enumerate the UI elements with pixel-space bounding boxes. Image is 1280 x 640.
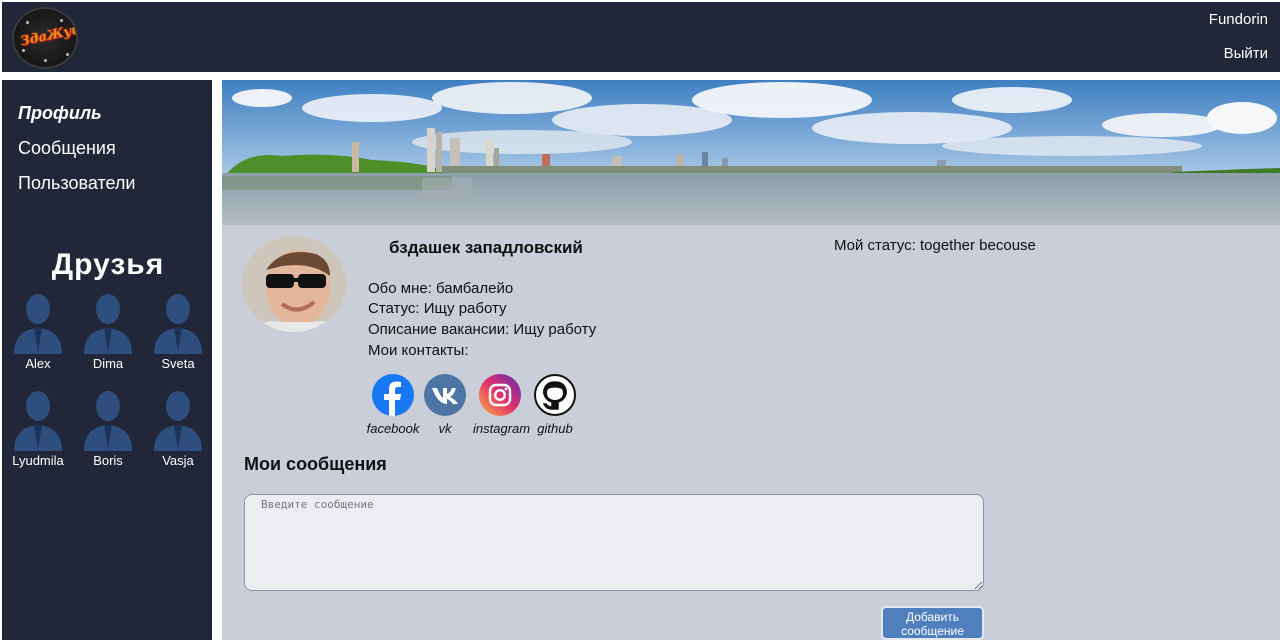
- login-name[interactable]: Fundorin: [1209, 11, 1268, 28]
- contacts-label: Мои контакты:: [368, 342, 469, 359]
- friend-name: Lyudmila: [12, 453, 64, 468]
- friend-item[interactable]: Dima: [78, 292, 138, 371]
- friend-item[interactable]: Alex: [8, 292, 68, 371]
- about-me: Обо мне: бамбалейо: [368, 280, 514, 297]
- github-icon: [534, 374, 576, 416]
- contact-label: vk: [438, 421, 452, 436]
- user-avatar-icon: [84, 294, 132, 354]
- friend-name: Alex: [25, 356, 51, 371]
- contact-facebook[interactable]: facebook: [366, 374, 420, 436]
- logo-text: ЗдаЖуй: [19, 22, 78, 50]
- job-status: Статус: Ищу работу: [368, 300, 507, 317]
- contact-label: instagram: [473, 421, 531, 436]
- friend-item[interactable]: Sveta: [148, 292, 208, 371]
- user-avatar-icon: [14, 391, 62, 451]
- friend-name: Vasja: [162, 453, 194, 468]
- friends-title: Друзья: [51, 248, 165, 281]
- logo-decor: [26, 21, 29, 24]
- header: ЗдаЖуй Fundorin Выйти: [0, 0, 1280, 72]
- site-logo[interactable]: ЗдаЖуй: [12, 7, 78, 69]
- nav-item-users[interactable]: Пользователи: [18, 173, 135, 194]
- logo-decor: [60, 19, 63, 22]
- contact-github[interactable]: github: [528, 374, 582, 436]
- user-avatar-icon: [84, 391, 132, 451]
- profile-banner: [222, 80, 1280, 225]
- friend-name: Boris: [93, 453, 123, 468]
- contact-vk[interactable]: vk: [418, 374, 472, 436]
- user-avatar-icon: [154, 294, 202, 354]
- contact-label: facebook: [366, 421, 420, 436]
- nav-item-messages[interactable]: Сообщения: [18, 138, 116, 159]
- city-panorama-image: [222, 80, 1280, 225]
- logo-decor: [44, 59, 47, 62]
- user-avatar-icon: [154, 391, 202, 451]
- friend-name: Dima: [92, 356, 124, 371]
- my-posts-title: Мои сообщения: [244, 454, 387, 474]
- logout-link[interactable]: Выйти: [1224, 45, 1268, 62]
- user-full-name: бздашек западловский: [389, 238, 583, 257]
- logo-decor: [22, 49, 25, 52]
- user-photo: [242, 236, 346, 332]
- user-avatar-photo: [242, 236, 346, 332]
- profile-content: бздашек западловский Мой статус: togethe…: [222, 80, 1280, 640]
- user-avatar-icon: [14, 294, 62, 354]
- friend-item[interactable]: Vasja: [148, 389, 208, 468]
- instagram-icon: [479, 374, 521, 416]
- vk-icon: [424, 374, 466, 416]
- my-status[interactable]: Мой статус: together becouse: [834, 237, 1036, 254]
- logo-decor: [66, 53, 69, 56]
- new-post-input[interactable]: [244, 494, 984, 591]
- nav-item-profile[interactable]: Профиль: [18, 103, 102, 124]
- friend-item[interactable]: Boris: [78, 389, 138, 468]
- contact-instagram[interactable]: instagram: [473, 374, 531, 436]
- contact-label: github: [537, 421, 573, 436]
- sidebar: Профиль Сообщения Пользователи Друзья Al…: [0, 80, 212, 640]
- job-description: Описание вакансии: Ищу работу: [368, 321, 597, 338]
- friend-name: Sveta: [161, 356, 195, 371]
- facebook-icon: [372, 374, 414, 416]
- friend-item[interactable]: Lyudmila: [8, 389, 68, 468]
- add-post-button[interactable]: Добавить сообщение: [881, 606, 984, 640]
